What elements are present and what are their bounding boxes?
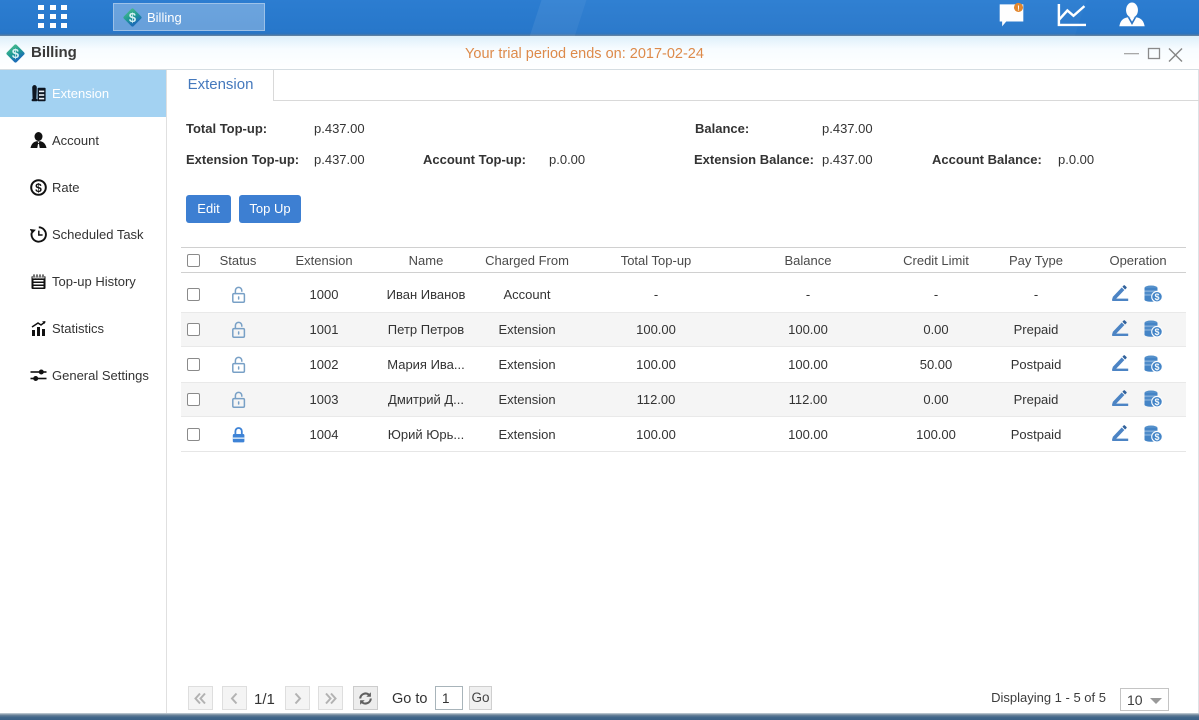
svg-text:$: $ <box>129 10 136 25</box>
svg-text:$: $ <box>35 181 42 195</box>
svg-text:$: $ <box>1154 327 1159 337</box>
svg-text:$: $ <box>1154 362 1159 372</box>
svg-text:!: ! <box>1017 3 1019 12</box>
svg-text:$: $ <box>1154 397 1159 407</box>
svg-text:$: $ <box>1154 292 1159 302</box>
svg-text:$: $ <box>1154 432 1159 442</box>
